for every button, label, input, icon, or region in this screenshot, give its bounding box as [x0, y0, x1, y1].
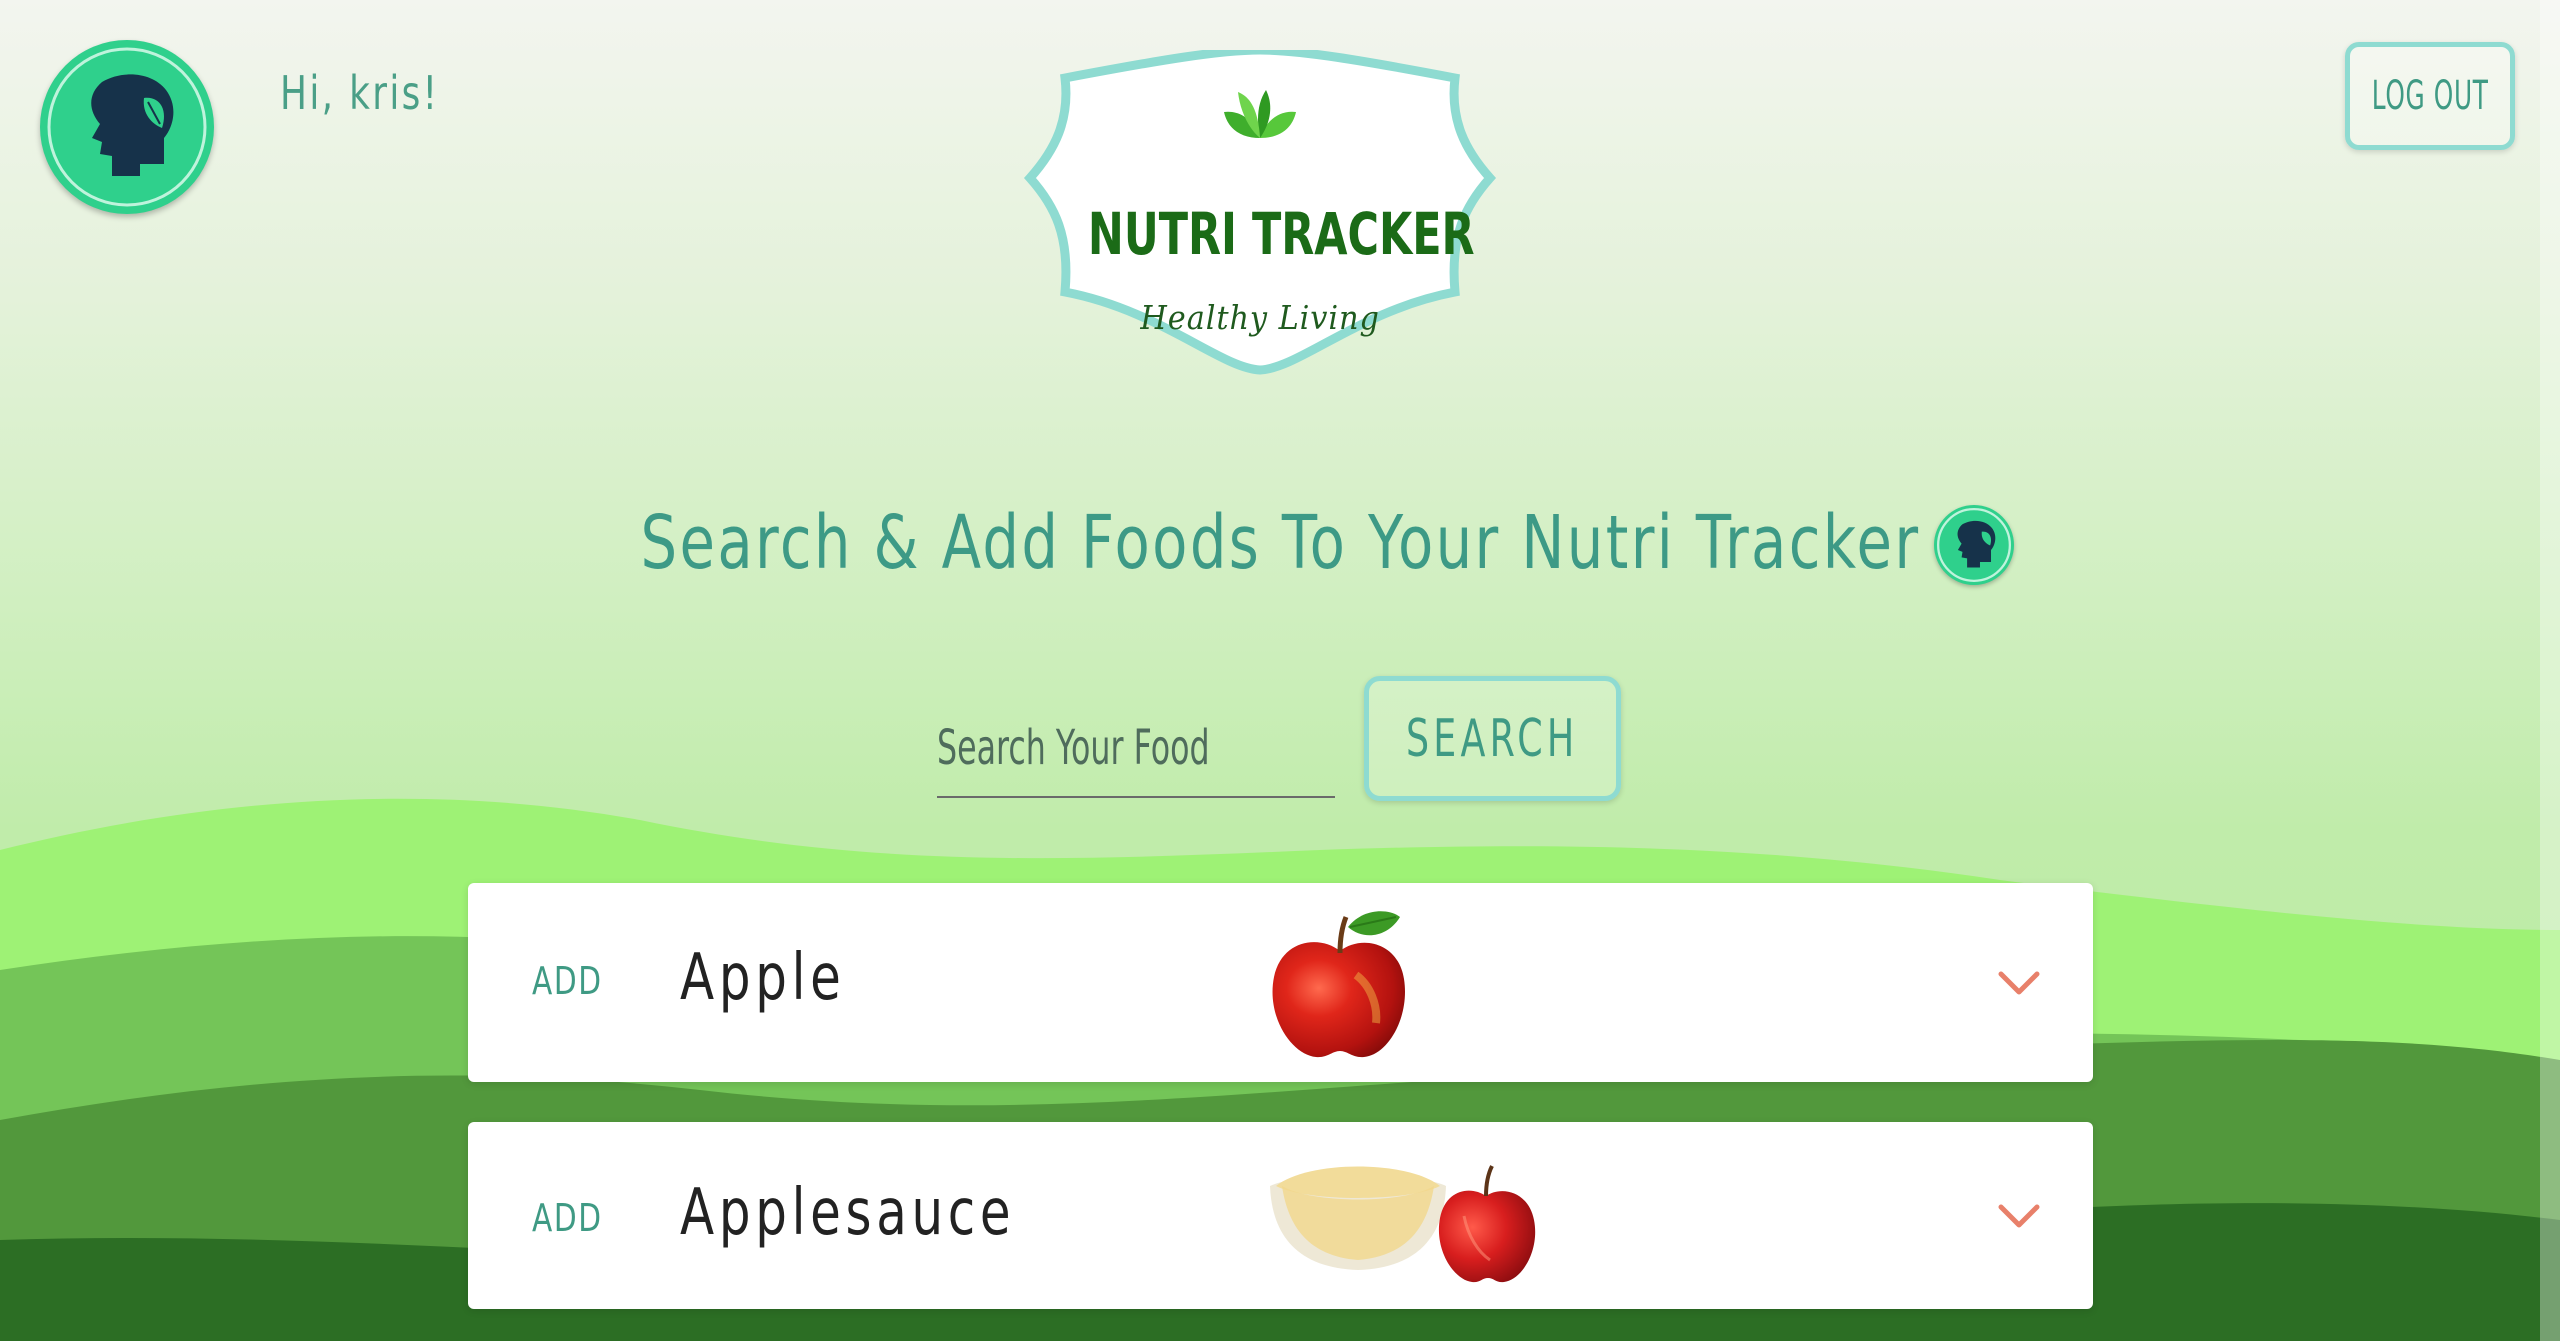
logo-badge: NUTRI TRACKER Healthy Living [1020, 50, 1500, 375]
chevron-down-icon[interactable] [1998, 1204, 2040, 1230]
heading-head-leaf-icon [1934, 505, 2014, 585]
page-title: Search & Add Foods To Your Nutri Tracker [640, 500, 1920, 586]
greeting-text: Hi, kris! [280, 66, 440, 120]
add-food-button[interactable]: ADD [532, 1196, 603, 1240]
page-heading: Search & Add Foods To Your Nutri Tracker [0, 500, 2560, 586]
logo-title: NUTRI TRACKER [1087, 200, 1475, 268]
chevron-down-icon[interactable] [1998, 971, 2040, 997]
logout-button[interactable]: LOG OUT [2345, 42, 2515, 150]
food-name: Applesauce [680, 1176, 1016, 1250]
logo-subtitle: Healthy Living [1140, 298, 1380, 337]
search-input[interactable] [937, 712, 1335, 798]
head-leaf-icon [47, 47, 207, 207]
avatar[interactable] [40, 40, 214, 214]
food-name: Apple [680, 941, 846, 1015]
page-scrollbar[interactable] [2540, 0, 2560, 1341]
add-food-button[interactable]: ADD [532, 959, 603, 1003]
food-result-card: ADD Applesauce [468, 1122, 2093, 1309]
food-result-card: ADD Apple [468, 883, 2093, 1082]
apple-image [1260, 905, 1420, 1065]
search-button-label: SEARCH [1406, 708, 1579, 769]
applesauce-image [1268, 1156, 1548, 1291]
logout-label: LOG OUT [2371, 73, 2489, 119]
search-button[interactable]: SEARCH [1364, 676, 1621, 801]
